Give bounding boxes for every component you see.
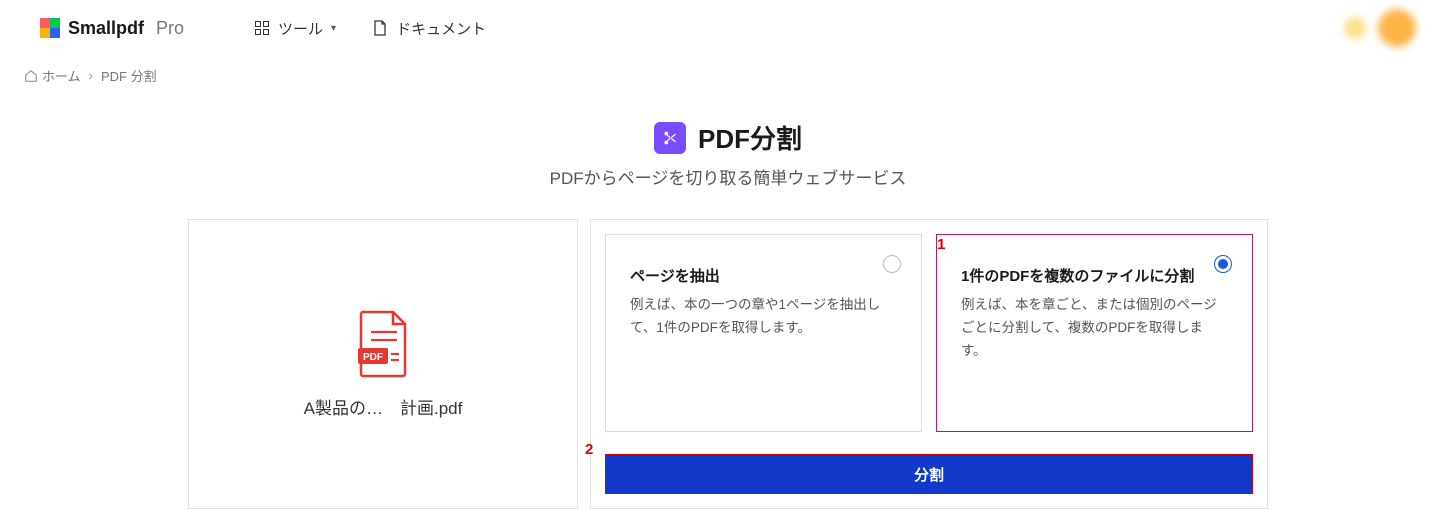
option-extract-pages[interactable]: ページを抽出 例えば、本の一つの章や1ページを抽出して、1件のPDFを取得します… — [605, 234, 922, 432]
page-title: PDF分割 — [698, 119, 802, 156]
breadcrumb: ホーム › PDF 分割 — [0, 56, 1456, 95]
document-icon — [372, 20, 388, 36]
chevron-down-icon: ▾ — [331, 23, 336, 34]
options-row: 1 ページを抽出 例えば、本の一つの章や1ページを抽出して、1件のPDFを取得し… — [605, 234, 1253, 432]
svg-text:PDF: PDF — [363, 352, 383, 363]
scissors-icon — [654, 122, 686, 154]
logo-icon — [40, 18, 60, 38]
filename: A製品の… 計画.pdf — [304, 394, 463, 419]
pdf-file-icon[interactable]: PDF — [355, 310, 411, 378]
split-button[interactable]: 分割 — [605, 454, 1253, 494]
home-icon — [24, 69, 38, 83]
nav-documents-label: ドキュメント — [396, 18, 486, 39]
tool-hero: PDF分割 PDFからページを切り取る簡単ウェブサービス — [0, 119, 1456, 189]
nav-documents[interactable]: ドキュメント — [372, 18, 486, 39]
brand-name: Smallpdf — [68, 18, 144, 39]
file-preview-panel: PDF A製品の… 計画.pdf — [188, 219, 578, 509]
brand-suffix: Pro — [156, 18, 184, 39]
option-split-pdf[interactable]: 1件のPDFを複数のファイルに分割 例えば、本を章ごと、または個別のページごとに… — [936, 234, 1253, 432]
notification-icon[interactable] — [1344, 17, 1366, 39]
radio-extract[interactable] — [883, 255, 901, 273]
option-split-desc: 例えば、本を章ごと、または個別のページごとに分割して、複数のPDFを取得します。 — [961, 294, 1228, 363]
breadcrumb-current: PDF 分割 — [101, 66, 157, 85]
option-split-title: 1件のPDFを複数のファイルに分割 — [961, 265, 1228, 286]
nav-tools-label: ツール — [278, 18, 323, 39]
annotation-2: 2 — [585, 441, 593, 458]
radio-split[interactable] — [1214, 255, 1232, 273]
main-container: PDF A製品の… 計画.pdf 1 ページを抽出 例えば、本の一つの章や1ペー… — [178, 219, 1278, 509]
option-extract-desc: 例えば、本の一つの章や1ページを抽出して、1件のPDFを取得します。 — [630, 294, 897, 340]
nav: ツール ▾ ドキュメント — [254, 18, 486, 39]
nav-tools[interactable]: ツール ▾ — [254, 18, 336, 39]
avatar[interactable] — [1378, 9, 1416, 47]
logo[interactable]: Smallpdf Pro — [40, 18, 184, 39]
grid-icon — [254, 20, 270, 36]
breadcrumb-home-label: ホーム — [42, 66, 81, 85]
page-subtitle: PDFからページを切り取る簡単ウェブサービス — [0, 164, 1456, 189]
option-extract-title: ページを抽出 — [630, 265, 897, 286]
app-header: Smallpdf Pro ツール ▾ ドキュメント — [0, 0, 1456, 56]
header-right — [1344, 9, 1416, 47]
breadcrumb-separator: › — [89, 68, 93, 83]
options-panel: 1 ページを抽出 例えば、本の一つの章や1ページを抽出して、1件のPDFを取得し… — [590, 219, 1268, 509]
breadcrumb-home[interactable]: ホーム — [24, 66, 81, 85]
